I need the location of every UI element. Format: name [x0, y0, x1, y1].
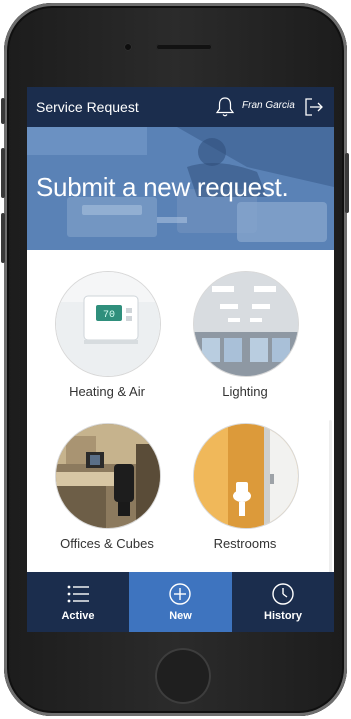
volume-up-button: [1, 148, 5, 198]
thermostat-display: 70: [103, 310, 115, 321]
power-button: [345, 153, 349, 213]
office-desk-icon: [56, 424, 160, 528]
tab-label: New: [169, 610, 192, 622]
tab-history[interactable]: History: [232, 572, 334, 632]
bottom-tab-bar: Active New History: [27, 572, 334, 632]
earpiece-speaker: [156, 44, 212, 50]
tab-active[interactable]: Active: [27, 572, 129, 632]
app-title: Service Request: [36, 99, 139, 115]
thermostat-image: 70: [56, 272, 160, 376]
hero-title: Submit a new request.: [36, 172, 289, 202]
user-name[interactable]: Fran Garcia: [242, 100, 295, 111]
plus-circle-icon: [169, 583, 191, 605]
category-grid: 70 Heating & Air Lighting Offices & Cube…: [27, 250, 334, 632]
category-offices-cubes[interactable]: Offices & Cubes: [42, 402, 172, 552]
front-camera: [124, 43, 132, 51]
category-label: Restrooms: [213, 536, 277, 551]
logout-icon[interactable]: [304, 97, 324, 117]
app-screen: Service Request Fran Garcia Submit a new…: [27, 87, 334, 632]
hero-banner: Submit a new request.: [27, 127, 334, 250]
home-button[interactable]: [155, 648, 211, 704]
restroom-image: [194, 424, 298, 528]
category-lighting[interactable]: Lighting: [180, 250, 310, 400]
volume-down-button: [1, 213, 5, 263]
category-heating-air[interactable]: 70 Heating & Air: [42, 250, 172, 400]
ceiling-lights-image: [194, 272, 298, 376]
mute-switch: [1, 98, 5, 124]
tab-label: History: [264, 610, 302, 622]
clock-icon: [272, 583, 294, 605]
restroom-icon: [194, 424, 298, 528]
category-restrooms[interactable]: Restrooms: [180, 402, 310, 552]
tab-label: Active: [61, 610, 95, 622]
thermostat-icon: 70: [56, 272, 160, 376]
office-desk-image: [56, 424, 160, 528]
ceiling-lights-icon: [194, 272, 298, 376]
category-label: Offices & Cubes: [60, 536, 154, 551]
category-label: Heating & Air: [69, 384, 145, 399]
bell-icon[interactable]: [215, 96, 235, 118]
category-label: Lighting: [222, 384, 268, 399]
app-header: Service Request Fran Garcia: [27, 87, 334, 127]
tab-new[interactable]: New: [129, 572, 232, 632]
list-icon: [67, 585, 89, 603]
